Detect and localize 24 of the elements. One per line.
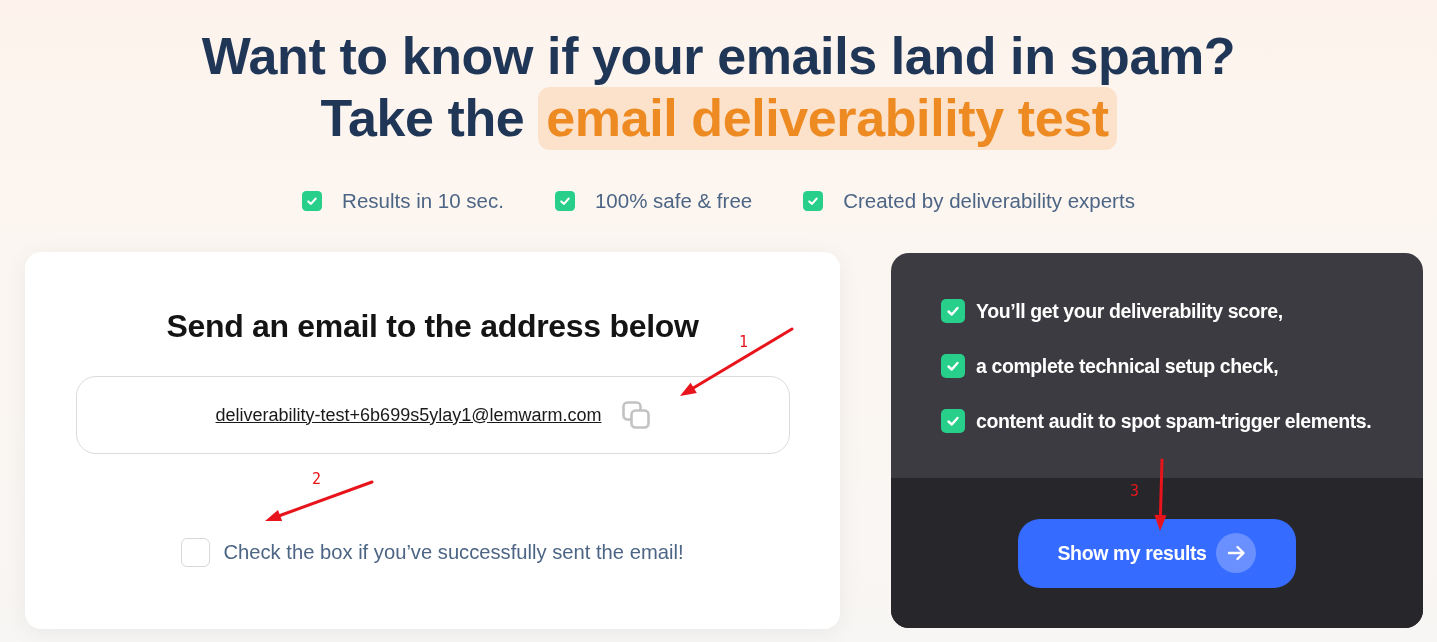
feature-label: Results in 10 sec. xyxy=(342,189,504,213)
benefit-label: a complete technical setup check, xyxy=(976,354,1279,378)
annotation-number: 1 xyxy=(739,333,749,351)
feature-label: Created by deliverability experts xyxy=(843,189,1135,213)
check-icon xyxy=(554,191,575,211)
check-icon xyxy=(941,299,965,323)
annotation-number: 2 xyxy=(312,470,322,488)
show-results-button[interactable]: Show my results xyxy=(1018,518,1296,588)
card-title: Send an email to the address below xyxy=(166,308,699,344)
headline-text: Want to know if your emails land in spam? xyxy=(201,26,1236,87)
checkbox-label[interactable]: Check the box if you’ve successfully sent the email! xyxy=(223,541,684,564)
email-address-link[interactable]: deliverability-test+6b699s5ylay1@lemwarm.com xyxy=(215,404,602,426)
check-icon xyxy=(941,409,965,433)
check-icon xyxy=(803,191,824,211)
check-icon xyxy=(302,191,323,211)
annotation-number: 3 xyxy=(1130,482,1140,500)
headline-text: Take the xyxy=(320,88,525,149)
checkbox[interactable] xyxy=(181,538,211,567)
headline-highlight: email deliverability test xyxy=(538,87,1117,150)
benefit-label: You’ll get your deliverability score, xyxy=(976,299,1283,323)
copy-icon[interactable] xyxy=(622,401,651,429)
feature-label: 100% safe & free xyxy=(594,189,753,213)
benefit-label: content audit to spot spam-trigger elements. xyxy=(976,409,1372,433)
check-icon xyxy=(941,354,965,378)
